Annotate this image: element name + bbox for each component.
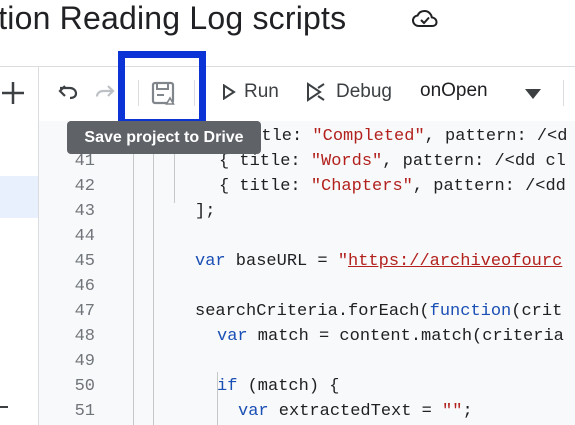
code-line: { title: "Chapters", pattern: /<dd: [219, 177, 566, 196]
cloud-saved-icon: [412, 9, 438, 27]
chevron-down-icon[interactable]: [524, 88, 542, 100]
project-title[interactable]: ction Reading Log scripts: [0, 0, 346, 37]
debug-icon: [307, 82, 325, 102]
file-panel: [0, 121, 38, 425]
code-text: { title: "Words", pattern: /<dd cl: [219, 152, 566, 171]
panel-marker: [0, 406, 8, 408]
code-text: { title: "Chapters", pattern: /<dd: [219, 177, 566, 196]
undo-icon[interactable]: [56, 80, 80, 104]
debug-button[interactable]: Debug: [306, 78, 392, 106]
code-line: var match = content.match(criteria: [217, 327, 564, 346]
code-line: { title: "Words", pattern: /<dd cl: [219, 152, 566, 171]
file-item-selected[interactable]: [0, 176, 38, 218]
code-text: searchCriteria.forEach(function(crit: [195, 302, 563, 321]
run-button[interactable]: Run: [222, 78, 279, 106]
redo-icon[interactable]: [93, 80, 117, 104]
code-line: searchCriteria.forEach(function(crit: [195, 302, 562, 321]
save-button-highlight: [118, 51, 206, 126]
add-file-icon[interactable]: [0, 80, 26, 106]
code-text: var baseURL = "https://archiveofourc: [195, 252, 563, 271]
function-select[interactable]: onOpen: [420, 80, 488, 108]
play-icon: [223, 84, 236, 100]
code-text: ];: [195, 202, 216, 221]
code-line: var extractedText = "";: [238, 402, 473, 421]
code-line: var baseURL = "https://archiveofourc: [195, 252, 562, 271]
code-text: title: "Completed", pattern: /<d: [241, 127, 568, 146]
title-bar: ction Reading Log scripts: [0, 0, 575, 62]
debug-label: Debug: [336, 81, 392, 102]
code-text: if (match) {: [217, 377, 340, 396]
code-line: title: "Completed", pattern: /<d: [241, 127, 567, 146]
code-line: if (match) {: [217, 377, 339, 396]
toolbar-divider: [563, 80, 564, 106]
toolbar: [0, 66, 575, 122]
code-line: ];: [195, 202, 215, 221]
save-tooltip: Save project to Drive: [67, 121, 261, 154]
code-text: var extractedText = "";: [238, 402, 473, 421]
code-text: var match = content.match(criteria: [217, 327, 564, 346]
code-editor[interactable]: 40 41 42 43 44 45 46 47 48 49 50 51 titl…: [39, 121, 575, 425]
code-lines: title: "Completed", pattern: /<d { title…: [39, 121, 575, 425]
run-label: Run: [244, 81, 279, 102]
